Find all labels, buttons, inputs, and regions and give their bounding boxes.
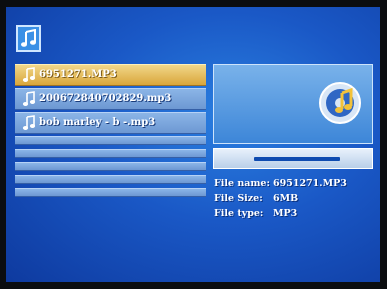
empty-list-slot — [15, 162, 206, 171]
file-size-label: File Size: — [214, 193, 263, 204]
device-frame: 6951271.MP3 200672840702829.mp3 bob marley… — [0, 0, 387, 289]
music-note-icon — [22, 67, 36, 83]
file-list-item-label: 200672840702829.mp3 — [39, 93, 172, 104]
music-app-icon[interactable] — [16, 25, 41, 52]
file-list: 6951271.MP3 200672840702829.mp3 bob marley… — [15, 64, 206, 201]
music-note-icon — [22, 115, 36, 131]
file-list-item-label: bob marley - b -.mp3 — [39, 117, 156, 128]
file-list-item-label: 6951271.MP3 — [39, 69, 117, 80]
file-type-label: File type: — [214, 208, 264, 219]
media-player-screen: 6951271.MP3 200672840702829.mp3 bob marley… — [6, 7, 380, 282]
empty-list-slot — [15, 175, 206, 184]
album-art-panel — [213, 64, 373, 144]
file-name-label: File name: — [214, 178, 270, 189]
empty-list-slot — [15, 136, 206, 145]
file-name-value: 6951271.MP3 — [273, 178, 347, 189]
music-note-icon — [22, 91, 36, 107]
file-info-panel: File name: 6951271.MP3 File Size: 6MB File… — [214, 178, 347, 223]
playback-progress-fill — [254, 157, 340, 161]
music-disc-icon — [319, 82, 361, 124]
file-type-info: File type: MP3 — [214, 208, 347, 223]
file-size-value: 6MB — [273, 193, 299, 204]
empty-list-slot — [15, 149, 206, 158]
playback-progress-bar[interactable] — [213, 148, 373, 169]
empty-list-slot — [15, 188, 206, 197]
file-size-info: File Size: 6MB — [214, 193, 347, 208]
file-type-value: MP3 — [273, 208, 298, 219]
file-name-info: File name: 6951271.MP3 — [214, 178, 347, 193]
file-list-item[interactable]: bob marley - b -.mp3 — [15, 112, 206, 134]
file-list-item[interactable]: 200672840702829.mp3 — [15, 88, 206, 110]
file-list-item[interactable]: 6951271.MP3 — [15, 64, 206, 86]
